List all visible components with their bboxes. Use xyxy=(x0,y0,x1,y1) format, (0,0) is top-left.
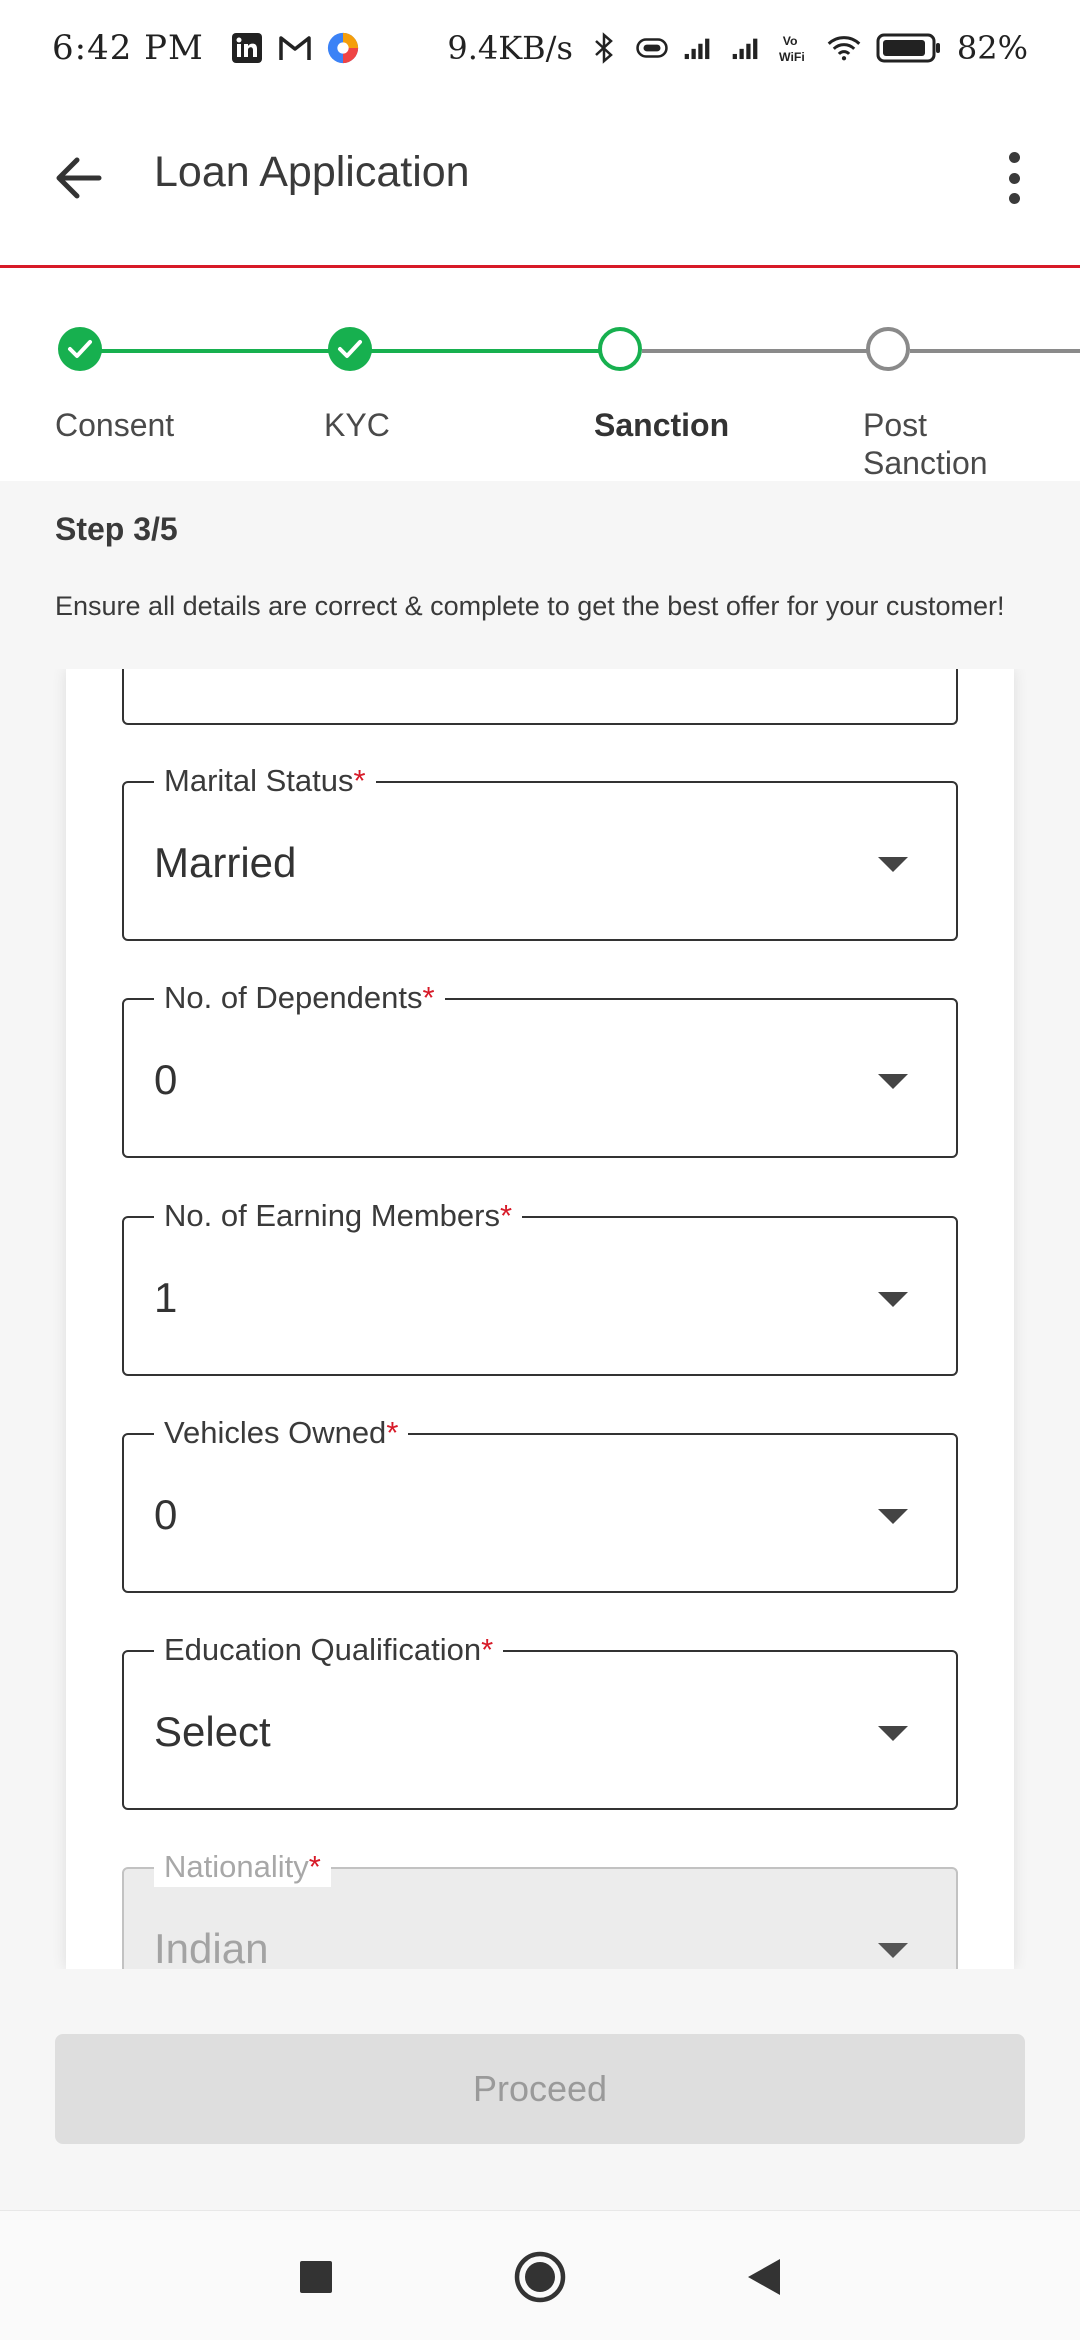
vehicles-owned-select[interactable]: Vehicles Owned* 0 xyxy=(122,1413,958,1593)
field-value: 0 xyxy=(154,1491,178,1538)
gmail-icon xyxy=(278,31,312,65)
back-button[interactable] xyxy=(46,146,110,210)
form-card: Marital Status* Married No. of Dependent… xyxy=(66,669,1014,1969)
step-connector xyxy=(642,349,888,353)
battery-percent: 82% xyxy=(956,29,1028,67)
triangle-back-icon xyxy=(748,2259,780,2295)
field-label: Education Qualification* xyxy=(154,1630,504,1670)
field-label: Marital Status* xyxy=(154,761,376,801)
step-connector xyxy=(910,349,1080,353)
field-value: 1 xyxy=(154,1274,178,1321)
progress-stepper: Consent KYC Sanction Post Sanction xyxy=(0,271,1080,481)
back-nav-button[interactable] xyxy=(734,2247,794,2307)
field-value: Select xyxy=(154,1708,271,1755)
battery-icon xyxy=(875,31,943,65)
wifi-icon xyxy=(827,31,861,65)
bottom-action-bar: Proceed xyxy=(0,1969,1080,2210)
system-navigation-bar xyxy=(0,2210,1080,2340)
check-icon xyxy=(68,340,92,358)
step-connector xyxy=(350,349,620,353)
more-options-button[interactable] xyxy=(994,146,1034,210)
vibrate-icon xyxy=(635,31,669,65)
nationality-select: Nationality* Indian xyxy=(122,1847,958,1969)
home-button[interactable] xyxy=(510,2247,570,2307)
app-icon xyxy=(326,31,360,65)
signal-icon xyxy=(731,31,765,65)
status-time: 6:42 PM xyxy=(52,28,204,68)
field-label: No. of Earning Members* xyxy=(154,1196,523,1236)
vowifi-icon: Vo WiFi xyxy=(779,31,813,65)
field-value: Indian xyxy=(154,1925,269,1969)
dropdown-arrow-icon xyxy=(878,1943,908,1958)
recents-button[interactable] xyxy=(286,2247,346,2307)
field-value: 0 xyxy=(154,1056,178,1103)
dropdown-arrow-icon xyxy=(878,1726,908,1741)
notification-icons xyxy=(230,31,360,65)
step-sanction-indicator xyxy=(598,327,642,371)
arrow-left-icon xyxy=(56,157,102,199)
step-description: Ensure all details are correct & complet… xyxy=(55,591,1005,621)
step-label-post-sanction: Post Sanction xyxy=(863,407,988,481)
step-consent-indicator xyxy=(58,327,102,371)
step-label-sanction: Sanction xyxy=(594,407,730,443)
dependents-select[interactable]: No. of Dependents* 0 xyxy=(122,978,958,1158)
circle-icon xyxy=(514,2251,566,2303)
step-post-sanction-indicator xyxy=(866,327,910,371)
step-label-consent: Consent xyxy=(55,407,175,443)
network-speed: 9.4KB/s xyxy=(447,29,573,67)
field-label: Vehicles Owned* xyxy=(154,1413,409,1453)
step-info-banner: Step 3/5 Ensure all details are correct … xyxy=(0,481,1080,669)
step-label-kyc: KYC xyxy=(324,407,390,443)
app-bar: Loan Application xyxy=(0,96,1080,268)
more-vert-icon xyxy=(1008,152,1020,163)
linkedin-icon xyxy=(230,31,264,65)
dropdown-arrow-icon xyxy=(878,1292,908,1307)
proceed-button[interactable]: Proceed xyxy=(55,2034,1025,2144)
field-label: No. of Dependents* xyxy=(154,978,445,1018)
education-qualification-select[interactable]: Education Qualification* Select xyxy=(122,1630,958,1810)
dropdown-arrow-icon xyxy=(878,857,908,872)
svg-text:WiFi: WiFi xyxy=(779,50,805,64)
status-bar: 6:42 PM 9.4KB/s Vo WiFi 82% xyxy=(0,0,1080,96)
step-kyc-indicator xyxy=(328,327,372,371)
bluetooth-icon xyxy=(587,31,621,65)
svg-text:Vo: Vo xyxy=(783,34,798,48)
signal-icon xyxy=(683,31,717,65)
step-connector xyxy=(80,349,350,353)
step-counter: Step 3/5 xyxy=(55,511,178,547)
earning-members-select[interactable]: No. of Earning Members* 1 xyxy=(122,1196,958,1376)
dropdown-arrow-icon xyxy=(878,1509,908,1524)
field-value: Married xyxy=(154,839,297,886)
check-icon xyxy=(338,340,362,358)
field-label: Nationality* xyxy=(154,1847,331,1887)
square-icon xyxy=(300,2261,332,2293)
previous-field-input[interactable] xyxy=(122,669,958,725)
dropdown-arrow-icon xyxy=(878,1074,908,1089)
marital-status-select[interactable]: Marital Status* Married xyxy=(122,761,958,941)
page-title: Loan Application xyxy=(154,148,470,196)
form-scroll-area[interactable]: Marital Status* Married No. of Dependent… xyxy=(0,669,1080,1969)
